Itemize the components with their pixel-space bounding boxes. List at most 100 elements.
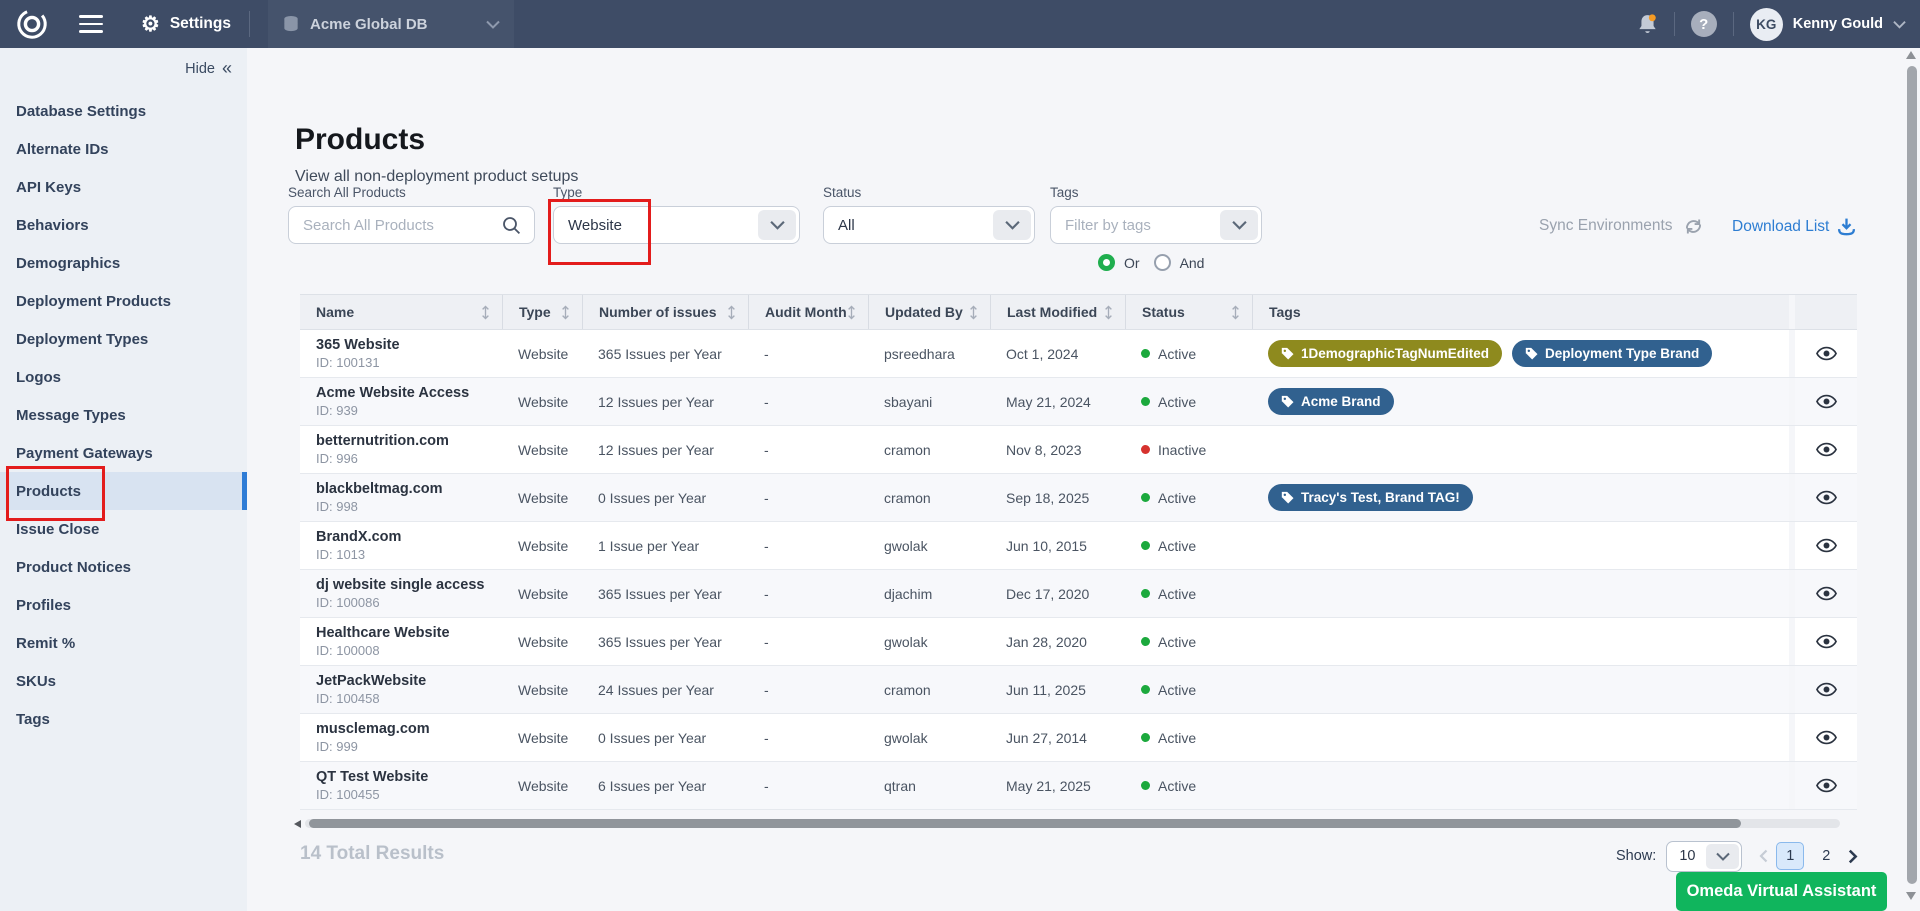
scroll-down-arrow-icon[interactable] [1906,892,1916,900]
status-value: All [824,217,993,234]
sidebar-item-demographics[interactable]: Demographics [0,244,247,282]
view-product-button[interactable] [1789,522,1857,569]
sidebar-item-database-settings[interactable]: Database Settings [0,92,247,130]
eye-icon[interactable] [1816,394,1837,409]
sidebar-item-behaviors[interactable]: Behaviors [0,206,247,244]
tags-filter-input[interactable] [1051,217,1220,234]
eye-icon[interactable] [1816,730,1837,745]
database-switcher[interactable]: Acme Global DB [268,0,514,48]
sidebar-item-deployment-products[interactable]: Deployment Products [0,282,247,320]
column-header-name[interactable]: Name [300,295,502,329]
sidebar-list: Database SettingsAlternate IDsAPI KeysBe… [0,92,247,738]
eye-icon[interactable] [1816,346,1837,361]
eye-icon[interactable] [1816,778,1837,793]
horizontal-scrollbar-thumb[interactable] [309,819,1741,828]
eye-icon[interactable] [1816,634,1837,649]
sidebar-item-skus[interactable]: SKUs [0,662,247,700]
and-label: And [1180,255,1205,271]
updated-by-cell: gwolak [868,618,990,665]
column-header-number-of-issues[interactable]: Number of issues [582,295,748,329]
vertical-scrollbar-thumb[interactable] [1907,66,1917,884]
sidebar-item-products[interactable]: Products [0,472,247,510]
omeda-virtual-assistant-button[interactable]: Omeda Virtual Assistant [1676,872,1887,911]
and-radio[interactable] [1154,254,1171,271]
type-label: Type [553,185,800,200]
help-icon[interactable]: ? [1691,11,1717,37]
status-dot [1141,397,1150,406]
column-header-status[interactable]: Status [1125,295,1252,329]
chevron-down-icon [1706,844,1739,869]
database-icon [282,15,300,34]
column-header-tags[interactable]: Tags [1252,295,1789,329]
sidebar-item-issue-close[interactable]: Issue Close [0,510,247,548]
updated-by-cell: qtran [868,762,990,809]
download-list-button[interactable]: Download List [1732,217,1856,236]
view-product-button[interactable] [1789,378,1857,425]
view-product-button[interactable] [1789,570,1857,617]
view-product-button[interactable] [1789,762,1857,809]
product-name-cell: Acme Website AccessID: 939 [300,378,502,425]
sidebar-item-alternate-ids[interactable]: Alternate IDs [0,130,247,168]
tags-select[interactable] [1050,206,1262,244]
eye-icon[interactable] [1816,586,1837,601]
type-select[interactable]: Website [553,206,800,244]
sidebar-item-product-notices[interactable]: Product Notices [0,548,247,586]
settings-sidebar: Hide « Database SettingsAlternate IDsAPI… [0,48,247,911]
eye-icon[interactable] [1816,682,1837,697]
download-icon [1837,217,1856,236]
view-product-button[interactable] [1789,330,1857,377]
sidebar-item-profiles[interactable]: Profiles [0,586,247,624]
or-radio[interactable] [1098,254,1115,271]
product-id: ID: 996 [316,451,358,466]
eye-icon[interactable] [1816,442,1837,457]
sidebar-item-tags[interactable]: Tags [0,700,247,738]
column-header-audit-month[interactable]: Audit Month [748,295,868,329]
settings-nav[interactable]: ⚙ Settings [141,14,231,35]
column-header-type[interactable]: Type [502,295,582,329]
previous-page-icon[interactable] [1755,845,1772,867]
next-page-icon[interactable] [1844,845,1862,868]
view-product-button[interactable] [1789,618,1857,665]
sort-icon [727,305,736,320]
updated-by-cell: cramon [868,474,990,521]
table-row: JetPackWebsiteID: 100458Website24 Issues… [300,666,1857,714]
column-header-updated-by[interactable]: Updated By [868,295,990,329]
sidebar-item-logos[interactable]: Logos [0,358,247,396]
column-header-last-modified[interactable]: Last Modified [990,295,1125,329]
product-id: ID: 939 [316,403,358,418]
issues-cell: 0 Issues per Year [582,474,748,521]
sidebar-hide-toggle[interactable]: Hide « [185,61,232,77]
status-select[interactable]: All [823,206,1035,244]
view-product-button[interactable] [1789,474,1857,521]
page-button-1[interactable]: 1 [1776,842,1804,870]
topbar-divider [249,11,250,37]
sidebar-item-api-keys[interactable]: API Keys [0,168,247,206]
page-button-2[interactable]: 2 [1812,842,1840,870]
table-row: Healthcare WebsiteID: 100008Website365 I… [300,618,1857,666]
sync-environments-button[interactable]: Sync Environments [1539,217,1704,235]
updated-by-cell: djachim [868,570,990,617]
view-product-button[interactable] [1789,714,1857,761]
eye-icon[interactable] [1816,538,1837,553]
search-input[interactable] [289,217,502,234]
sort-icon [1231,305,1240,320]
updated-by-cell: cramon [868,666,990,713]
tag-pill: Acme Brand [1268,388,1394,415]
notifications-bell-icon[interactable] [1637,13,1658,36]
scroll-up-arrow-icon[interactable] [1906,51,1916,59]
eye-icon[interactable] [1816,490,1837,505]
user-menu[interactable]: KG Kenny Gould [1750,8,1906,41]
hamburger-menu-icon[interactable] [79,15,103,33]
sidebar-item-remit-percent[interactable]: Remit % [0,624,247,662]
horizontal-scrollbar[interactable] [294,817,1845,830]
sidebar-item-message-types[interactable]: Message Types [0,396,247,434]
sidebar-item-deployment-types[interactable]: Deployment Types [0,320,247,358]
sidebar-item-payment-gateways[interactable]: Payment Gateways [0,434,247,472]
scroll-left-arrow-icon[interactable] [294,820,301,828]
view-product-button[interactable] [1789,666,1857,713]
tags-cell: Acme Brand [1252,378,1789,425]
status-dot [1141,541,1150,550]
view-product-button[interactable] [1789,426,1857,473]
table-header: Name Type Number of issues Audit Month U… [300,294,1857,330]
page-size-select[interactable]: 10 [1666,841,1742,872]
